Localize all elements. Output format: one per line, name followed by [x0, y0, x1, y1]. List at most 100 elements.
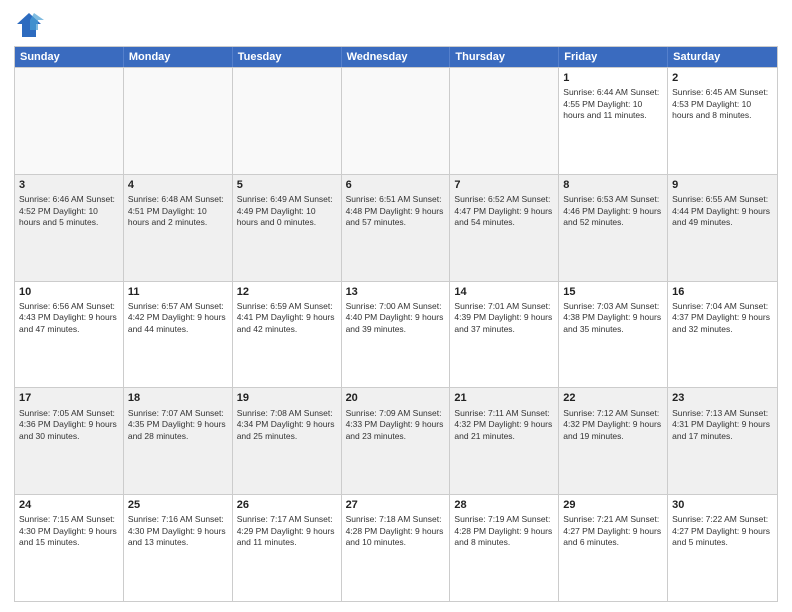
day-header-sunday: Sunday [15, 47, 124, 67]
calendar-cell: 21Sunrise: 7:11 AM Sunset: 4:32 PM Dayli… [450, 388, 559, 494]
day-number: 22 [563, 391, 663, 405]
day-number: 23 [672, 391, 773, 405]
day-number: 18 [128, 391, 228, 405]
day-header-wednesday: Wednesday [342, 47, 451, 67]
calendar-cell: 28 Sunrise: 7:19 AM Sunset: 4:28 PM Dayli… [450, 495, 559, 601]
calendar-cell: 19 Sunrise: 7:08 AM Sunset: 4:34 PM Dayli… [233, 388, 342, 494]
day-number: 1 [563, 71, 663, 85]
day-number: 29 [563, 498, 663, 512]
calendar-cell: 9Sunrise: 6:55 AM Sunset: 4:44 PM Daylig… [668, 175, 777, 281]
day-number: 26 [237, 498, 337, 512]
day-number: 30 [672, 498, 773, 512]
calendar-cell: 22Sunrise: 7:12 AM Sunset: 4:32 PM Dayli… [559, 388, 668, 494]
calendar-cell: 25 Sunrise: 7:16 AM Sunset: 4:30 PM Dayli… [124, 495, 233, 601]
calendar-cell: 30 Sunrise: 7:22 AM Sunset: 4:27 PM Dayli… [668, 495, 777, 601]
calendar-cell: 6 Sunrise: 6:51 AM Sunset: 4:48 PM Daylig… [342, 175, 451, 281]
day-header-saturday: Saturday [668, 47, 777, 67]
day-header-thursday: Thursday [450, 47, 559, 67]
day-header-monday: Monday [124, 47, 233, 67]
day-info: Sunrise: 6:59 AM Sunset: 4:41 PM Dayligh… [237, 301, 337, 335]
calendar-row-1: 3Sunrise: 6:46 AM Sunset: 4:52 PM Daylig… [15, 174, 777, 281]
day-info: Sunrise: 6:46 AM Sunset: 4:52 PM Dayligh… [19, 194, 119, 228]
day-info: Sunrise: 7:15 AM Sunset: 4:30 PM Dayligh… [19, 514, 119, 548]
day-info: Sunrise: 7:07 AM Sunset: 4:35 PM Dayligh… [128, 408, 228, 442]
day-number: 4 [128, 178, 228, 192]
calendar-body: 1 Sunrise: 6:44 AM Sunset: 4:55 PM Daylig… [15, 67, 777, 601]
calendar-cell: 23 Sunrise: 7:13 AM Sunset: 4:31 PM Dayli… [668, 388, 777, 494]
page: SundayMondayTuesdayWednesdayThursdayFrid… [0, 0, 792, 612]
day-number: 9 [672, 178, 773, 192]
header [14, 10, 778, 40]
day-number: 20 [346, 391, 446, 405]
calendar-row-0: 1 Sunrise: 6:44 AM Sunset: 4:55 PM Daylig… [15, 67, 777, 174]
day-number: 15 [563, 285, 663, 299]
calendar-cell: 13Sunrise: 7:00 AM Sunset: 4:40 PM Dayli… [342, 282, 451, 388]
day-number: 28 [454, 498, 554, 512]
calendar-cell [15, 68, 124, 174]
calendar-cell: 7 Sunrise: 6:52 AM Sunset: 4:47 PM Daylig… [450, 175, 559, 281]
calendar-cell: 3Sunrise: 6:46 AM Sunset: 4:52 PM Daylig… [15, 175, 124, 281]
calendar-cell: 1 Sunrise: 6:44 AM Sunset: 4:55 PM Daylig… [559, 68, 668, 174]
day-number: 14 [454, 285, 554, 299]
day-number: 25 [128, 498, 228, 512]
day-info: Sunrise: 6:57 AM Sunset: 4:42 PM Dayligh… [128, 301, 228, 335]
day-info: Sunrise: 7:19 AM Sunset: 4:28 PM Dayligh… [454, 514, 554, 548]
day-number: 5 [237, 178, 337, 192]
day-number: 11 [128, 285, 228, 299]
day-number: 19 [237, 391, 337, 405]
calendar-cell: 16 Sunrise: 7:04 AM Sunset: 4:37 PM Dayli… [668, 282, 777, 388]
day-number: 6 [346, 178, 446, 192]
day-info: Sunrise: 7:11 AM Sunset: 4:32 PM Dayligh… [454, 408, 554, 442]
day-header-friday: Friday [559, 47, 668, 67]
calendar-cell [450, 68, 559, 174]
calendar-cell: 11 Sunrise: 6:57 AM Sunset: 4:42 PM Dayli… [124, 282, 233, 388]
day-info: Sunrise: 7:16 AM Sunset: 4:30 PM Dayligh… [128, 514, 228, 548]
day-info: Sunrise: 7:08 AM Sunset: 4:34 PM Dayligh… [237, 408, 337, 442]
calendar-cell: 20 Sunrise: 7:09 AM Sunset: 4:33 PM Dayli… [342, 388, 451, 494]
day-info: Sunrise: 6:53 AM Sunset: 4:46 PM Dayligh… [563, 194, 663, 228]
day-info: Sunrise: 7:22 AM Sunset: 4:27 PM Dayligh… [672, 514, 773, 548]
day-info: Sunrise: 6:44 AM Sunset: 4:55 PM Dayligh… [563, 87, 663, 121]
day-info: Sunrise: 6:48 AM Sunset: 4:51 PM Dayligh… [128, 194, 228, 228]
calendar-cell [342, 68, 451, 174]
calendar-cell: 12Sunrise: 6:59 AM Sunset: 4:41 PM Dayli… [233, 282, 342, 388]
day-header-tuesday: Tuesday [233, 47, 342, 67]
day-info: Sunrise: 7:18 AM Sunset: 4:28 PM Dayligh… [346, 514, 446, 548]
calendar-cell: 2Sunrise: 6:45 AM Sunset: 4:53 PM Daylig… [668, 68, 777, 174]
calendar-cell: 14 Sunrise: 7:01 AM Sunset: 4:39 PM Dayli… [450, 282, 559, 388]
calendar-cell: 17Sunrise: 7:05 AM Sunset: 4:36 PM Dayli… [15, 388, 124, 494]
day-info: Sunrise: 6:56 AM Sunset: 4:43 PM Dayligh… [19, 301, 119, 335]
day-number: 16 [672, 285, 773, 299]
calendar-cell: 10 Sunrise: 6:56 AM Sunset: 4:43 PM Dayli… [15, 282, 124, 388]
day-info: Sunrise: 7:17 AM Sunset: 4:29 PM Dayligh… [237, 514, 337, 548]
day-info: Sunrise: 7:09 AM Sunset: 4:33 PM Dayligh… [346, 408, 446, 442]
calendar: SundayMondayTuesdayWednesdayThursdayFrid… [14, 46, 778, 602]
day-info: Sunrise: 7:21 AM Sunset: 4:27 PM Dayligh… [563, 514, 663, 548]
logo-icon [14, 10, 44, 40]
calendar-cell: 29 Sunrise: 7:21 AM Sunset: 4:27 PM Dayli… [559, 495, 668, 601]
day-number: 7 [454, 178, 554, 192]
calendar-cell: 26 Sunrise: 7:17 AM Sunset: 4:29 PM Dayli… [233, 495, 342, 601]
calendar-cell [233, 68, 342, 174]
calendar-cell: 5 Sunrise: 6:49 AM Sunset: 4:49 PM Daylig… [233, 175, 342, 281]
calendar-cell: 18 Sunrise: 7:07 AM Sunset: 4:35 PM Dayli… [124, 388, 233, 494]
calendar-cell: 4 Sunrise: 6:48 AM Sunset: 4:51 PM Daylig… [124, 175, 233, 281]
calendar-cell: 27 Sunrise: 7:18 AM Sunset: 4:28 PM Dayli… [342, 495, 451, 601]
calendar-cell: 8 Sunrise: 6:53 AM Sunset: 4:46 PM Daylig… [559, 175, 668, 281]
day-number: 27 [346, 498, 446, 512]
day-info: Sunrise: 6:51 AM Sunset: 4:48 PM Dayligh… [346, 194, 446, 228]
day-info: Sunrise: 7:01 AM Sunset: 4:39 PM Dayligh… [454, 301, 554, 335]
day-info: Sunrise: 7:00 AM Sunset: 4:40 PM Dayligh… [346, 301, 446, 335]
calendar-header: SundayMondayTuesdayWednesdayThursdayFrid… [15, 47, 777, 67]
day-info: Sunrise: 6:49 AM Sunset: 4:49 PM Dayligh… [237, 194, 337, 228]
calendar-cell [124, 68, 233, 174]
calendar-row-2: 10 Sunrise: 6:56 AM Sunset: 4:43 PM Dayli… [15, 281, 777, 388]
day-info: Sunrise: 6:52 AM Sunset: 4:47 PM Dayligh… [454, 194, 554, 228]
day-number: 10 [19, 285, 119, 299]
day-info: Sunrise: 7:13 AM Sunset: 4:31 PM Dayligh… [672, 408, 773, 442]
calendar-row-3: 17Sunrise: 7:05 AM Sunset: 4:36 PM Dayli… [15, 387, 777, 494]
day-number: 24 [19, 498, 119, 512]
day-number: 8 [563, 178, 663, 192]
day-info: Sunrise: 7:05 AM Sunset: 4:36 PM Dayligh… [19, 408, 119, 442]
day-info: Sunrise: 7:04 AM Sunset: 4:37 PM Dayligh… [672, 301, 773, 335]
